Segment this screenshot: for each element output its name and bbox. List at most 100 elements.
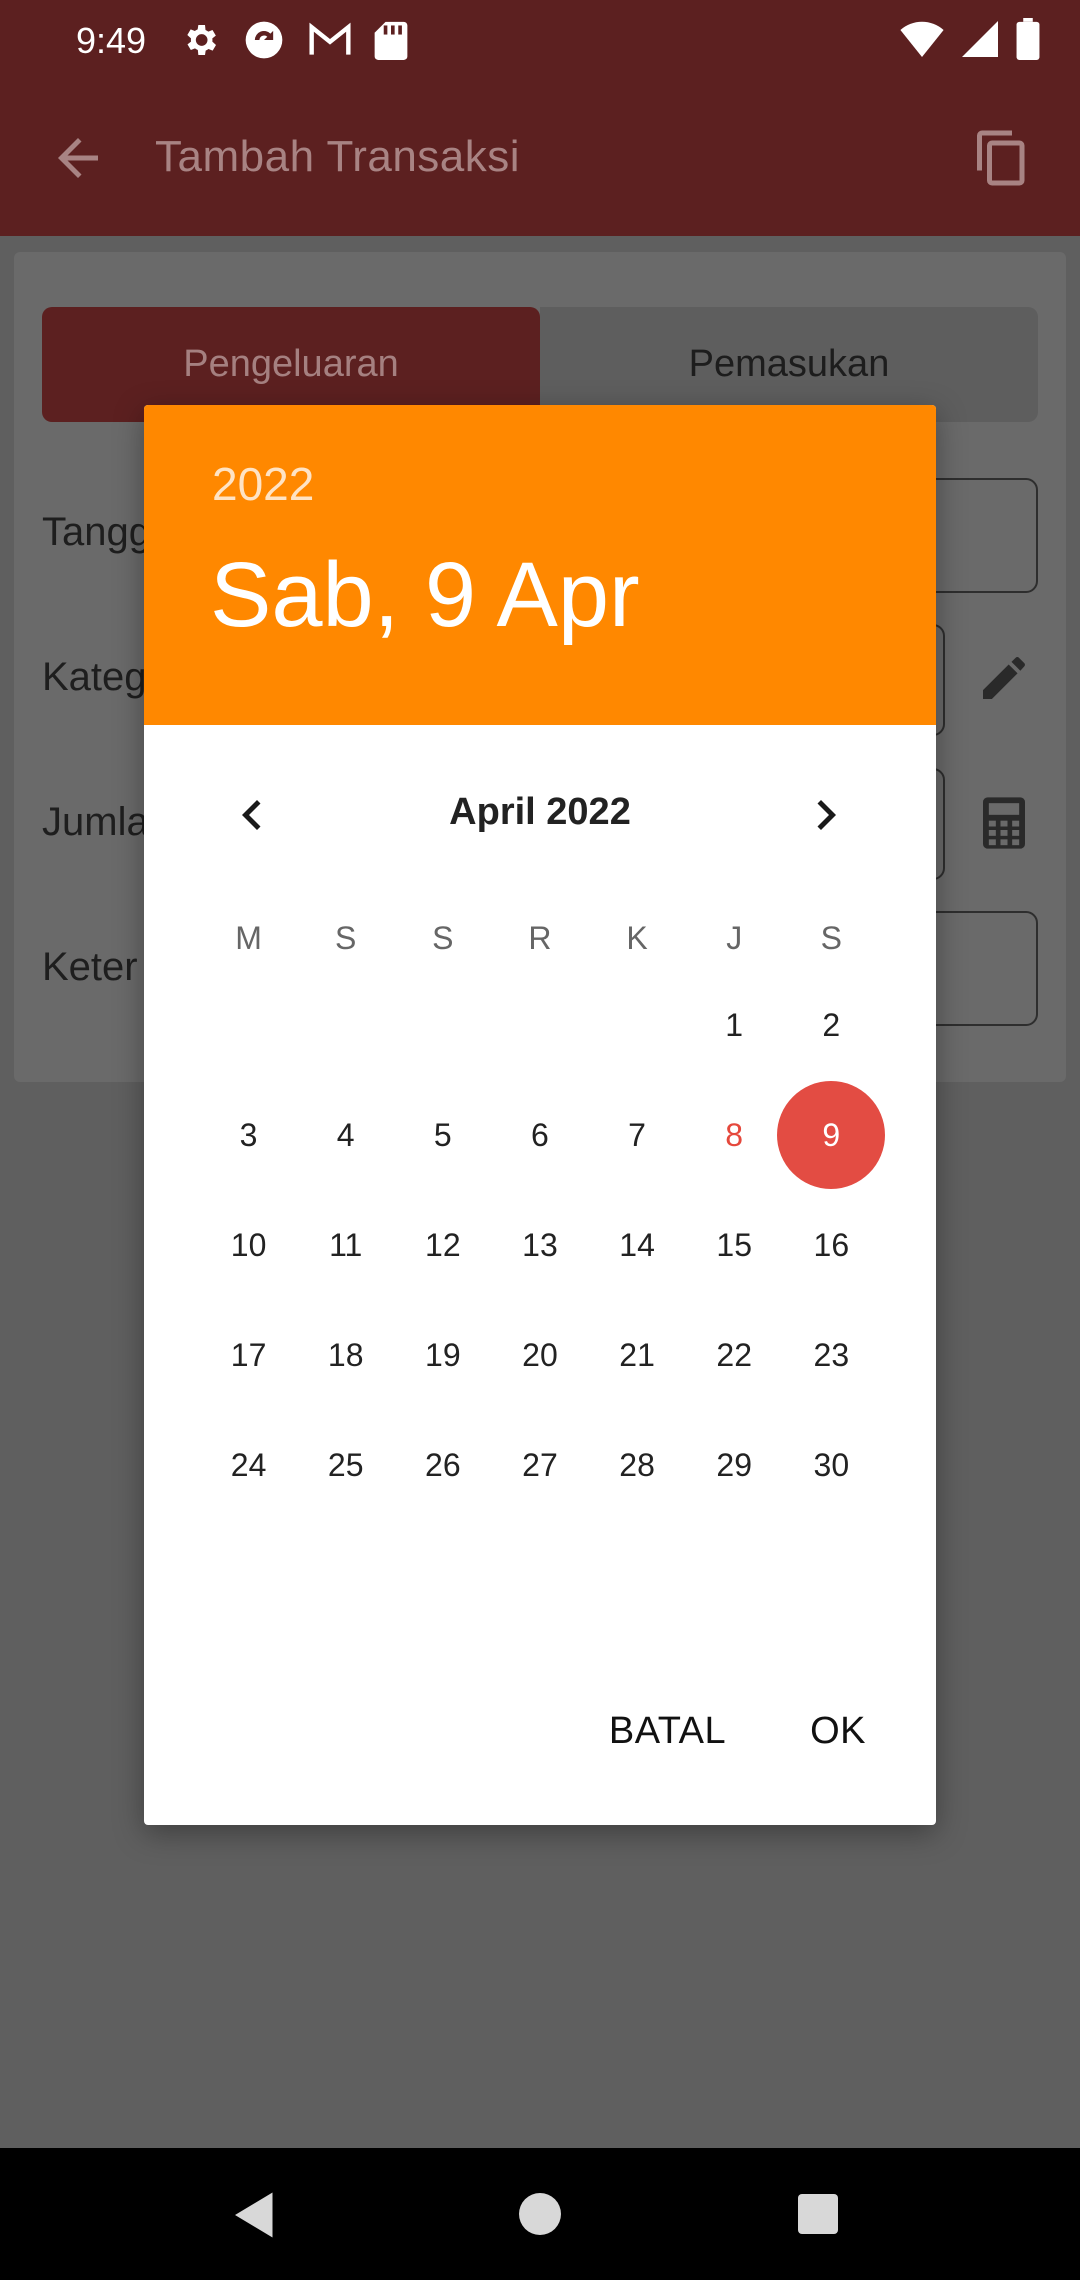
calendar-day[interactable]: 16 — [783, 1190, 880, 1300]
calendar-day-number: 5 — [433, 1116, 452, 1153]
calendar-day-number: 23 — [813, 1336, 850, 1373]
gmail-icon — [309, 22, 351, 55]
nav-home-icon[interactable] — [519, 2193, 561, 2235]
calendar-day-selected[interactable]: 9 — [783, 1080, 880, 1190]
calendar-day-number: 22 — [716, 1336, 752, 1373]
calendar-day-empty — [589, 970, 686, 1080]
calendar-day[interactable]: 15 — [686, 1190, 783, 1300]
calendar-day[interactable]: 30 — [783, 1410, 880, 1520]
calendar-day[interactable]: 2 — [783, 970, 880, 1080]
calendar-day-number: 10 — [230, 1226, 267, 1263]
chevron-right-icon[interactable] — [796, 785, 856, 845]
calendar-day-number: 1 — [725, 1006, 744, 1043]
calendar-day-empty — [394, 970, 491, 1080]
calculator-icon[interactable] — [976, 795, 1032, 851]
calendar-day-number: 9 — [822, 1116, 841, 1153]
month-navigation: April 2022 — [144, 775, 936, 855]
calendar-day[interactable]: 29 — [686, 1410, 783, 1520]
page-title: Tambah Transaksi — [155, 132, 521, 181]
calendar-day[interactable]: 14 — [589, 1190, 686, 1300]
calendar-day[interactable]: 4 — [297, 1080, 394, 1190]
calendar-day[interactable]: 21 — [589, 1300, 686, 1410]
calendar-day[interactable]: 12 — [394, 1190, 491, 1300]
calendar-day[interactable]: 7 — [589, 1080, 686, 1190]
system-icons — [900, 18, 1040, 60]
sd-card-icon — [374, 21, 408, 60]
calendar-day[interactable]: 27 — [491, 1410, 588, 1520]
calendar-day-number: 8 — [725, 1116, 744, 1153]
calendar-week: 17 18 19 20 21 22 23 — [200, 1300, 880, 1410]
calendar-day-number: 20 — [522, 1336, 558, 1373]
weekday-label: M — [235, 920, 262, 956]
weekday-header: MSSRKJS — [200, 920, 880, 957]
battery-icon — [1016, 18, 1040, 60]
weekday-label: S — [432, 920, 454, 956]
calendar-day[interactable]: 22 — [686, 1300, 783, 1410]
calendar-day-number: 12 — [425, 1226, 461, 1263]
calendar-day-number: 30 — [813, 1446, 850, 1483]
calendar-day-number: 2 — [822, 1006, 841, 1043]
calendar-day[interactable]: 6 — [491, 1080, 588, 1190]
calendar-day-number: 6 — [531, 1116, 549, 1153]
calendar-day[interactable]: 24 — [200, 1410, 297, 1520]
amount-label: Jumla — [42, 800, 149, 844]
calendar-day[interactable]: 8 — [686, 1080, 783, 1190]
calendar-day[interactable]: 26 — [394, 1410, 491, 1520]
calendar-day[interactable]: 13 — [491, 1190, 588, 1300]
calendar-day-number: 21 — [619, 1336, 655, 1373]
weekday-label: S — [820, 920, 842, 956]
nav-back-icon[interactable] — [230, 2190, 280, 2240]
edit-icon[interactable] — [976, 650, 1032, 706]
calendar-day-number: 19 — [425, 1336, 461, 1373]
date-label: Tangg — [42, 510, 151, 554]
weekday-label: R — [528, 920, 552, 956]
calendar-day-empty — [200, 970, 297, 1080]
dialog-actions: BATAL OK — [579, 1698, 936, 1765]
sync-app-icon — [245, 21, 283, 59]
wifi-icon — [900, 21, 944, 57]
calendar-day[interactable]: 1 — [686, 970, 783, 1080]
screen: 9:49 Tambah Transaksi Pengeluaran Pemasu… — [0, 0, 1080, 2280]
calendar-day[interactable]: 3 — [200, 1080, 297, 1190]
calendar-day-number: 4 — [336, 1116, 355, 1153]
calendar-week: 12 — [200, 970, 880, 1080]
header-selected-date[interactable]: Sab, 9 Apr — [210, 543, 640, 648]
calendar-day-number: 11 — [329, 1226, 363, 1263]
calendar-day-empty — [297, 970, 394, 1080]
copy-icon[interactable] — [972, 128, 1032, 188]
calendar-day-number: 15 — [716, 1226, 752, 1263]
calendar-day-number: 18 — [327, 1336, 364, 1373]
header-year[interactable]: 2022 — [212, 457, 314, 511]
date-picker-dialog: 2022 Sab, 9 Apr April 2022 MSSRKJS 12345… — [144, 405, 936, 1825]
calendar-day-number: 14 — [619, 1226, 655, 1263]
calendar-day[interactable]: 18 — [297, 1300, 394, 1410]
calendar-day[interactable]: 10 — [200, 1190, 297, 1300]
calendar-week: 3 4 5 6 7 8 9 — [200, 1080, 880, 1190]
calendar-day[interactable]: 23 — [783, 1300, 880, 1410]
signal-icon — [962, 21, 998, 57]
category-label: Kateg — [42, 655, 147, 699]
cancel-button[interactable]: BATAL — [579, 1698, 756, 1765]
calendar-day-number: 17 — [230, 1336, 267, 1373]
nav-recents-icon[interactable] — [798, 2194, 838, 2234]
calendar-day[interactable]: 17 — [200, 1300, 297, 1410]
note-label: Keter — [42, 945, 138, 989]
calendar-day-number: 13 — [522, 1226, 558, 1263]
calendar-day-empty — [491, 970, 588, 1080]
back-arrow-icon[interactable] — [48, 128, 108, 188]
settings-icon — [187, 25, 216, 55]
calendar-day[interactable]: 19 — [394, 1300, 491, 1410]
calendar-day-number: 26 — [425, 1446, 461, 1483]
app-bar: Tambah Transaksi — [0, 84, 1080, 236]
ok-button[interactable]: OK — [780, 1698, 896, 1765]
weekday-label: J — [726, 920, 743, 956]
calendar-day[interactable]: 11 — [297, 1190, 394, 1300]
calendar-day[interactable]: 20 — [491, 1300, 588, 1410]
navigation-bar — [0, 2148, 1080, 2280]
calendar-grid: 1 2 3 4 5 6 7 8 9 10 11 12 13 14 15 16 17 18 19 20 21 22 23 24 2… — [200, 970, 880, 1520]
status-time: 9:49 — [76, 20, 147, 61]
weekday-label: K — [626, 920, 648, 956]
calendar-day[interactable]: 25 — [297, 1410, 394, 1520]
calendar-day[interactable]: 5 — [394, 1080, 491, 1190]
calendar-day[interactable]: 28 — [589, 1410, 686, 1520]
